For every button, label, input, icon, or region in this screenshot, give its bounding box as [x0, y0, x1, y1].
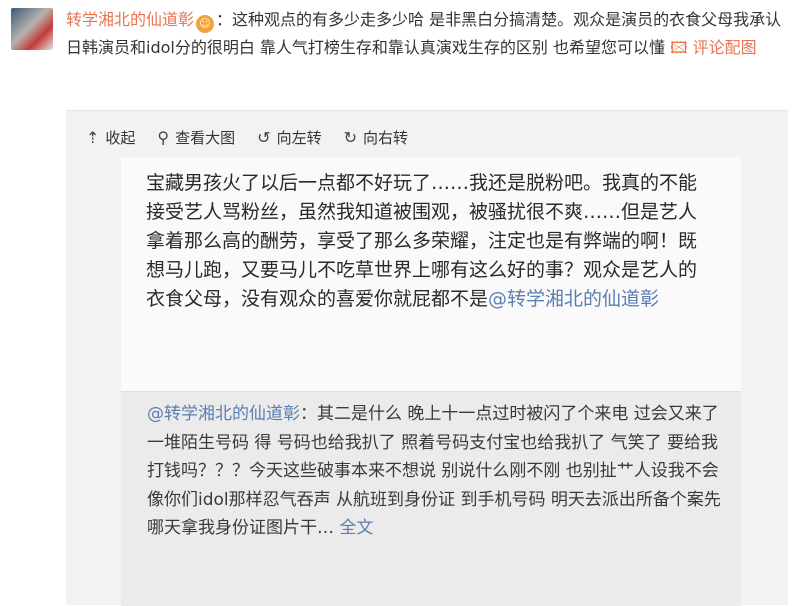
view-large-button[interactable]: ⚲ 查看大图	[157, 125, 235, 149]
quoted-post-text: @转学湘北的仙道彰：其二是什么 晚上十一点过时被闪了个来电 过会又来了一堆陌生号…	[147, 400, 727, 543]
post-mention: @转学湘北的仙道彰	[488, 288, 660, 310]
rotate-left-label: 向左转	[276, 128, 322, 147]
rotate-left-button[interactable]: ↺ 向左转	[257, 125, 321, 149]
avatar[interactable]	[11, 8, 53, 50]
collapse-up-icon: ⇡	[86, 127, 100, 147]
post-text: 宝藏男孩火了以后一点都不好玩了……我还是脱粉吧。我真的不能接受艺人骂粉丝，虽然我…	[146, 169, 706, 314]
comment-username[interactable]: 转学湘北的仙道彰	[66, 10, 194, 29]
comment-image-link[interactable]: 🖾 评论配图	[670, 38, 757, 57]
full-text-link: 全文	[339, 518, 374, 538]
rotate-right-label: 向右转	[362, 128, 408, 147]
rotate-right-button[interactable]: ↻ 向右转	[344, 125, 408, 149]
image-preview-panel: ⇡ 收起 ⚲ 查看大图 ↺ 向左转 ↻ 向右转 宝藏男孩火了以后一点都不好玩了……	[66, 110, 788, 606]
rotate-left-icon: ↺	[257, 127, 271, 147]
comment: 转学湘北的仙道彰 ☺ ：这种观点的有多少走多少哈 是非黑白分搞清楚。观众是演员的衣食…	[66, 6, 788, 62]
smiley-face-icon: ☺	[196, 15, 215, 33]
image-toolbar: ⇡ 收起 ⚲ 查看大图 ↺ 向左转 ↻ 向右转	[86, 125, 408, 149]
quoted-body: ：其二是什么 晚上十一点过时被闪了个来电 过会又来了一堆陌生号码 得 号码也给我…	[147, 404, 721, 538]
comment-image-label: 评论配图	[692, 38, 757, 57]
rotate-right-icon: ↻	[343, 127, 357, 147]
quoted-mention: @转学湘北的仙道彰	[147, 404, 300, 424]
collapse-button[interactable]: ⇡ 收起	[86, 125, 135, 149]
view-large-label: 查看大图	[175, 128, 236, 147]
collapse-label: 收起	[105, 128, 136, 147]
quoted-post: @转学湘北的仙道彰：其二是什么 晚上十一点过时被闪了个来电 过会又来了一堆陌生号…	[121, 391, 741, 606]
screenshot-image[interactable]: 宝藏男孩火了以后一点都不好玩了……我还是脱粉吧。我真的不能接受艺人骂粉丝，虽然我…	[121, 157, 741, 606]
search-icon: ⚲	[157, 127, 170, 147]
image-icon: 🖾	[670, 38, 688, 57]
